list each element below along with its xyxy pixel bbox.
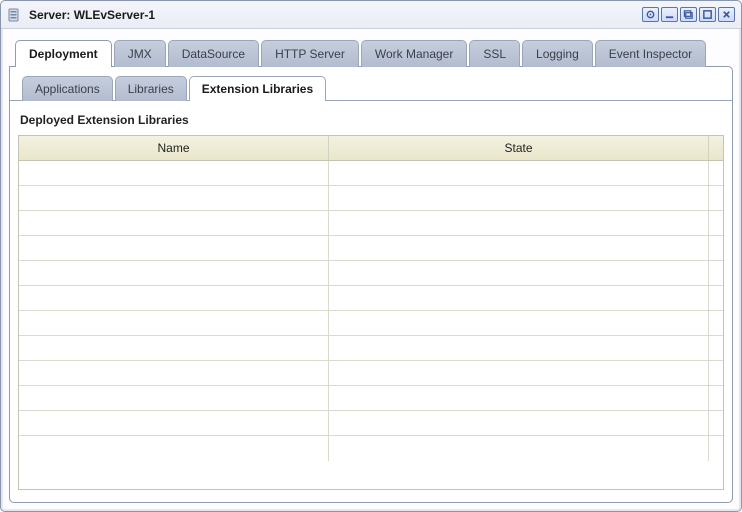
cell-spacer [709,386,723,410]
panel-title: Server: WLEvServer-1 [29,8,640,22]
cell-name [19,386,329,410]
cell-state [329,436,709,461]
cell-name [19,261,329,285]
cell-name [19,436,329,461]
primary-tab[interactable]: Deployment [15,40,112,67]
primary-tab[interactable]: SSL [469,40,520,67]
cell-name [19,161,329,185]
cell-name [19,286,329,310]
secondary-tab[interactable]: Applications [22,76,113,101]
table-row[interactable] [19,186,723,211]
column-header-name[interactable]: Name [19,136,329,160]
cell-spacer [709,161,723,185]
server-name: WLEvServer-1 [74,8,155,22]
title-prefix: Server: [29,8,74,22]
secondary-tab-body: Deployed Extension Libraries Name State [10,100,732,502]
cell-state [329,386,709,410]
table-body [19,161,723,489]
cell-state [329,336,709,360]
primary-tab[interactable]: JMX [114,40,166,67]
secondary-tab[interactable]: Extension Libraries [189,76,326,101]
cell-spacer [709,261,723,285]
column-header-state[interactable]: State [329,136,709,160]
cell-spacer [709,336,723,360]
close-button[interactable] [718,7,735,22]
primary-tab-body: ApplicationsLibrariesExtension Libraries… [9,66,733,503]
gear-button[interactable] [642,7,659,22]
table-row[interactable] [19,361,723,386]
cell-name [19,361,329,385]
table-row[interactable] [19,411,723,436]
cell-spacer [709,436,723,461]
cell-name [19,336,329,360]
table-header: Name State [19,136,723,161]
cell-spacer [709,186,723,210]
restore-button[interactable] [680,7,697,22]
cell-spacer [709,411,723,435]
primary-tab[interactable]: HTTP Server [261,40,359,67]
cell-state [329,411,709,435]
cell-state [329,236,709,260]
cell-spacer [709,236,723,260]
table-row[interactable] [19,336,723,361]
primary-tabs: DeploymentJMXDataSourceHTTP ServerWork M… [1,29,741,66]
section-title: Deployed Extension Libraries [20,113,722,127]
cell-spacer [709,286,723,310]
cell-spacer [709,311,723,335]
minimize-button[interactable] [661,7,678,22]
table-row[interactable] [19,436,723,461]
extension-libraries-table: Name State [18,135,724,490]
cell-spacer [709,211,723,235]
table-row[interactable] [19,286,723,311]
table-row[interactable] [19,161,723,186]
cell-name [19,311,329,335]
cell-state [329,211,709,235]
primary-tab[interactable]: Event Inspector [595,40,706,67]
primary-tab[interactable]: DataSource [168,40,259,67]
table-row[interactable] [19,261,723,286]
primary-tab[interactable]: Logging [522,40,593,67]
table-row[interactable] [19,236,723,261]
cell-spacer [709,361,723,385]
cell-name [19,236,329,260]
cell-state [329,311,709,335]
titlebar: Server: WLEvServer-1 [1,1,741,29]
table-row[interactable] [19,311,723,336]
cell-state [329,286,709,310]
server-panel: Server: WLEvServer-1 DeploymentJMXDataSo… [0,0,742,512]
column-header-spacer [709,136,723,160]
cell-name [19,411,329,435]
table-row[interactable] [19,386,723,411]
cell-name [19,186,329,210]
cell-state [329,261,709,285]
server-icon [7,7,23,23]
cell-state [329,161,709,185]
maximize-button[interactable] [699,7,716,22]
cell-state [329,186,709,210]
secondary-tab[interactable]: Libraries [115,76,187,101]
primary-tab[interactable]: Work Manager [361,40,467,67]
cell-state [329,361,709,385]
cell-name [19,211,329,235]
table-row[interactable] [19,211,723,236]
secondary-tabs: ApplicationsLibrariesExtension Libraries [10,67,732,100]
